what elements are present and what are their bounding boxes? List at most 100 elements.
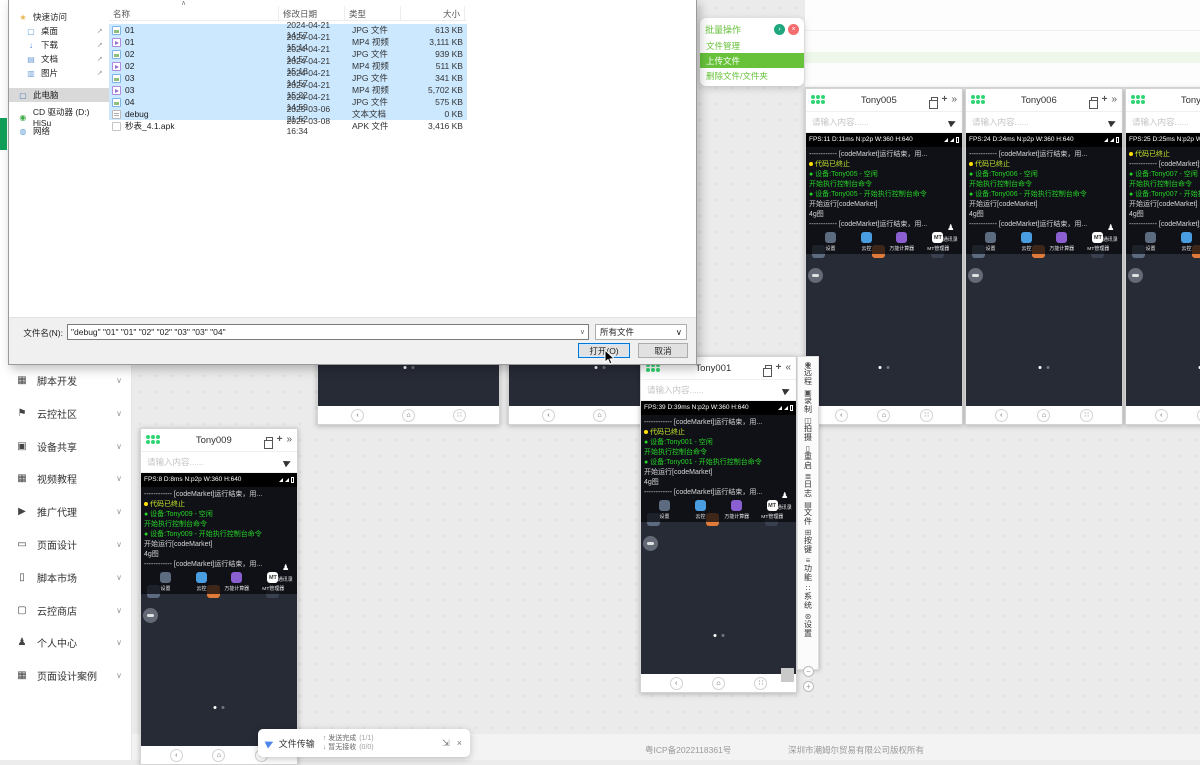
floating-widget[interactable] — [143, 608, 158, 623]
zoom-in-button[interactable]: + — [803, 681, 814, 692]
nav-back-button[interactable]: ‹ — [835, 409, 848, 422]
move-icon[interactable]: + — [277, 435, 283, 445]
nav-back-button[interactable]: ‹ — [995, 409, 1008, 422]
sidebar-item[interactable]: ▦脚本开发∨ — [0, 364, 132, 397]
dialog-nav-item[interactable]: ▢桌面⊸ — [9, 24, 109, 38]
message-input[interactable]: 请输入内容......▶ — [141, 451, 297, 473]
dock-app[interactable]: 云控 — [684, 500, 718, 520]
toolbar-item[interactable]: ◫拍摄 — [804, 416, 813, 442]
message-input[interactable]: 请输入内容......▶ — [1126, 111, 1200, 133]
column-header-name[interactable]: 名称 — [109, 6, 279, 20]
dock-app[interactable]: 万能计算器 — [719, 500, 753, 520]
dock-app[interactable]: 万能计算器 — [885, 232, 919, 252]
app-icon-contacts[interactable]: ♟通讯录 — [1102, 221, 1119, 243]
dialog-nav-item[interactable]: ▢此电脑 — [9, 88, 109, 102]
toolbar-item[interactable]: ≣日志 — [804, 472, 813, 498]
message-input[interactable]: 请输入内容......▶ — [806, 111, 962, 133]
batch-menu-item[interactable]: 删除文件/文件夹 — [700, 68, 804, 83]
cancel-button[interactable]: 取消 — [638, 343, 688, 358]
dialog-nav-item[interactable]: ↓下载⊸ — [9, 38, 109, 52]
column-header-date[interactable]: 修改日期 — [279, 6, 345, 20]
collapse-icon[interactable]: « — [785, 363, 791, 373]
sidebar-item[interactable]: ▢云控商店∨ — [0, 594, 132, 627]
toolbar-item[interactable]: ◉远程 — [804, 360, 813, 386]
toolbar-item[interactable]: ▤文件 — [804, 500, 813, 526]
open-button[interactable]: 打开(O) — [578, 343, 630, 358]
floating-widget[interactable] — [968, 268, 983, 283]
zoom-out-button[interactable]: − — [803, 666, 814, 677]
dock-app[interactable]: 设置 — [148, 572, 182, 592]
nav-home-button[interactable]: ⌂ — [877, 409, 890, 422]
sidebar-item[interactable]: ♟个人中心∨ — [0, 626, 132, 659]
device-screen[interactable]: FPS:39 D:39ms N:p2p W:360 H:640---------… — [641, 401, 796, 674]
duplicate-icon[interactable] — [765, 365, 772, 372]
nav-back-button[interactable]: ‹ — [1155, 409, 1168, 422]
duplicate-icon[interactable] — [931, 97, 938, 104]
toolbar-item[interactable]: ⊞按键 — [804, 528, 813, 554]
dock-app[interactable]: 云控 — [1009, 232, 1043, 252]
nav-back-button[interactable]: ‹ — [351, 409, 364, 422]
sidebar-item[interactable]: ▦视频教程∨ — [0, 462, 132, 495]
dock-app[interactable]: 设置 — [973, 232, 1007, 252]
column-header-type[interactable]: 类型 — [345, 6, 401, 20]
move-icon[interactable]: + — [1102, 95, 1108, 105]
nav-home-button[interactable]: ⌂ — [593, 409, 606, 422]
batch-menu-item[interactable]: 上传文件 — [700, 53, 804, 68]
sidebar-item[interactable]: ▣设备共享∨ — [0, 430, 132, 463]
drag-thumb[interactable] — [781, 668, 794, 682]
dialog-nav-item[interactable]: ▤文档⊸ — [9, 52, 109, 66]
device-screen[interactable]: FPS:11 D:11ms N:p2p W:360 H:640---------… — [806, 133, 962, 406]
chevron-down-icon[interactable]: ∨ — [580, 328, 585, 336]
nav-recents-button[interactable]: ∷ — [920, 409, 933, 422]
close-icon[interactable]: × — [457, 738, 462, 748]
sidebar-item[interactable]: ▭页面设计∨ — [0, 528, 132, 561]
filetype-select[interactable]: 所有文件 ∨ — [595, 324, 687, 340]
toolbar-item[interactable]: ≡功能 — [804, 556, 813, 582]
dock-app[interactable]: 云控 — [1169, 232, 1200, 252]
device-screen[interactable]: FPS:25 D:25ms N:p2p W:360 H:640代码已终止----… — [1126, 133, 1200, 406]
dock-app[interactable]: 万能计算器 — [220, 572, 254, 592]
nav-home-button[interactable]: ⌂ — [402, 409, 415, 422]
file-row[interactable]: 秒表_4.1.apk2025-03-08 16:34APK 文件3,416 KB — [109, 120, 467, 132]
dialog-nav-item[interactable]: ▥图片⊸ — [9, 66, 109, 80]
move-icon[interactable]: + — [776, 363, 782, 373]
nav-home-button[interactable]: ⌂ — [712, 677, 725, 690]
message-input[interactable]: 请输入内容......▶ — [641, 379, 796, 401]
device-screen[interactable]: FPS:24 D:24ms N:p2p W:360 H:640---------… — [966, 133, 1122, 406]
column-header-size[interactable]: 大小 — [401, 6, 465, 20]
collapse-icon[interactable]: » — [286, 435, 292, 445]
message-input[interactable]: 请输入内容......▶ — [966, 111, 1122, 133]
close-icon[interactable]: × — [788, 24, 799, 35]
nav-recents-button[interactable]: ∷ — [453, 409, 466, 422]
toolbar-item[interactable]: ∷系统 — [804, 584, 813, 610]
batch-menu-item[interactable]: 文件管理 — [700, 38, 804, 53]
collapse-icon[interactable]: » — [951, 95, 957, 105]
app-icon-contacts[interactable]: ♟通讯录 — [942, 221, 959, 243]
run-icon[interactable]: › — [774, 24, 785, 35]
duplicate-icon[interactable] — [266, 437, 273, 444]
floating-widget[interactable] — [1128, 268, 1143, 283]
dock-app[interactable]: 设置 — [1133, 232, 1167, 252]
toolbar-item[interactable]: ⊛设置 — [804, 612, 813, 638]
sidebar-item[interactable]: ⚑云控社区∨ — [0, 397, 132, 430]
floating-widget[interactable] — [643, 536, 658, 551]
nav-back-button[interactable]: ‹ — [542, 409, 555, 422]
dialog-nav-item[interactable]: ◉CD 驱动器 (D:) HiSu — [9, 110, 109, 124]
nav-recents-button[interactable]: ∷ — [754, 677, 767, 690]
dock-app[interactable]: 万能计算器 — [1045, 232, 1079, 252]
duplicate-icon[interactable] — [1091, 97, 1098, 104]
device-screen[interactable]: FPS:8 D:8ms N:p2p W:360 H:640-----------… — [141, 473, 297, 746]
toolbar-item[interactable]: ▯重启 — [804, 444, 813, 470]
sidebar-item[interactable]: ▶推广代理∨ — [0, 495, 132, 528]
nav-back-button[interactable]: ‹ — [670, 677, 683, 690]
dock-app[interactable]: 设置 — [648, 500, 682, 520]
sidebar-item[interactable]: ▯脚本市场∨ — [0, 561, 132, 594]
dock-app[interactable]: 设置 — [813, 232, 847, 252]
app-icon-contacts[interactable]: ♟通讯录 — [277, 561, 294, 583]
collapse-icon[interactable]: » — [1111, 95, 1117, 105]
dock-app[interactable]: 云控 — [184, 572, 218, 592]
nav-recents-button[interactable]: ∷ — [1080, 409, 1093, 422]
sidebar-item[interactable]: ▦页面设计案例∨ — [0, 659, 132, 692]
dock-app[interactable]: 云控 — [849, 232, 883, 252]
toolbar-item[interactable]: ▣录制 — [804, 388, 813, 414]
